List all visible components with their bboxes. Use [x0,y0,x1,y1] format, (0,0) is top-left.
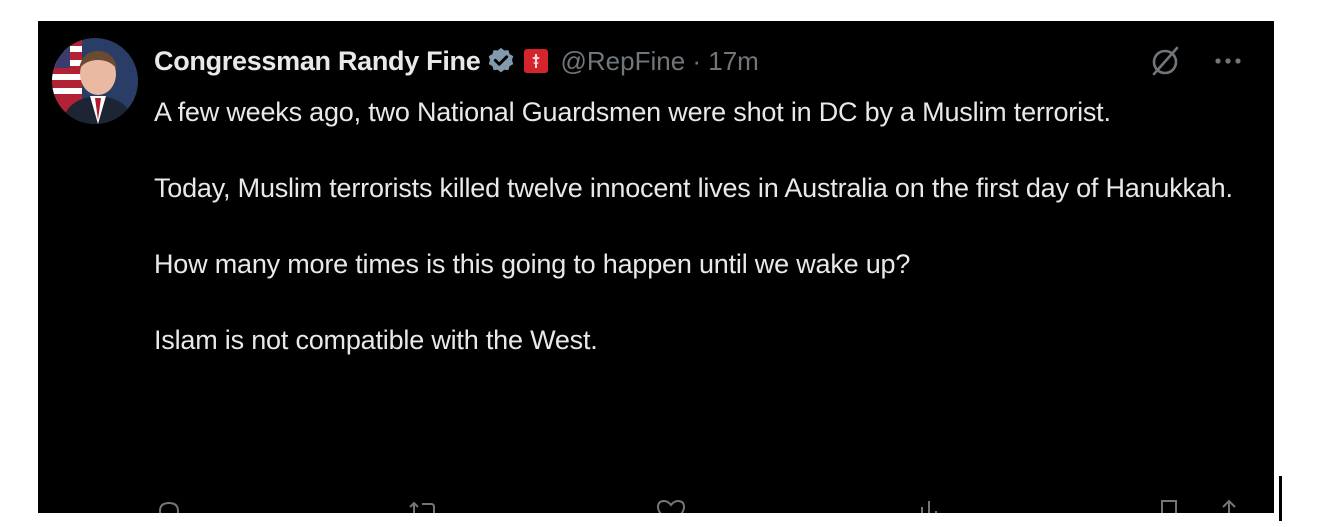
retweet-icon [409,501,435,513]
author-display-name[interactable]: Congressman Randy Fine [154,46,481,77]
verified-badge-icon [486,46,516,76]
views-button[interactable] [914,497,944,513]
bookmark-button[interactable] [1154,497,1184,513]
government-flag-icon [524,49,549,73]
more-icon[interactable] [1208,43,1248,79]
tweet-paragraph: Islam is not compatible with the West. [154,325,598,355]
divider [1279,476,1282,521]
tweet-text: A few weeks ago, two National Guardsmen … [154,93,1254,397]
tweet-paragraph: Today, Muslim terrorists killed twelve i… [154,173,1233,203]
avatar-image [52,38,138,124]
bookmark-icon [1161,500,1177,513]
like-button[interactable] [654,497,688,513]
tweet-paragraph: A few weeks ago, two National Guardsmen … [154,97,1111,127]
reply-icon [158,501,180,513]
grok-icon[interactable] [1148,43,1184,79]
tweet-header: Congressman Randy Fine @RepFine · 17m [154,43,759,79]
share-button[interactable] [1214,497,1244,513]
views-icon [921,501,937,513]
tweet-paragraph: How many more times is this going to hap… [154,249,911,279]
retweet-button[interactable] [404,497,444,513]
like-icon [656,499,686,513]
reply-button[interactable] [154,497,184,513]
avatar[interactable] [52,38,138,124]
tweet-card[interactable]: Congressman Randy Fine @RepFine · 17m A … [38,21,1274,513]
share-icon [1222,499,1236,513]
tweet-actions [154,497,1254,513]
author-handle-time[interactable]: @RepFine · 17m [560,46,758,77]
